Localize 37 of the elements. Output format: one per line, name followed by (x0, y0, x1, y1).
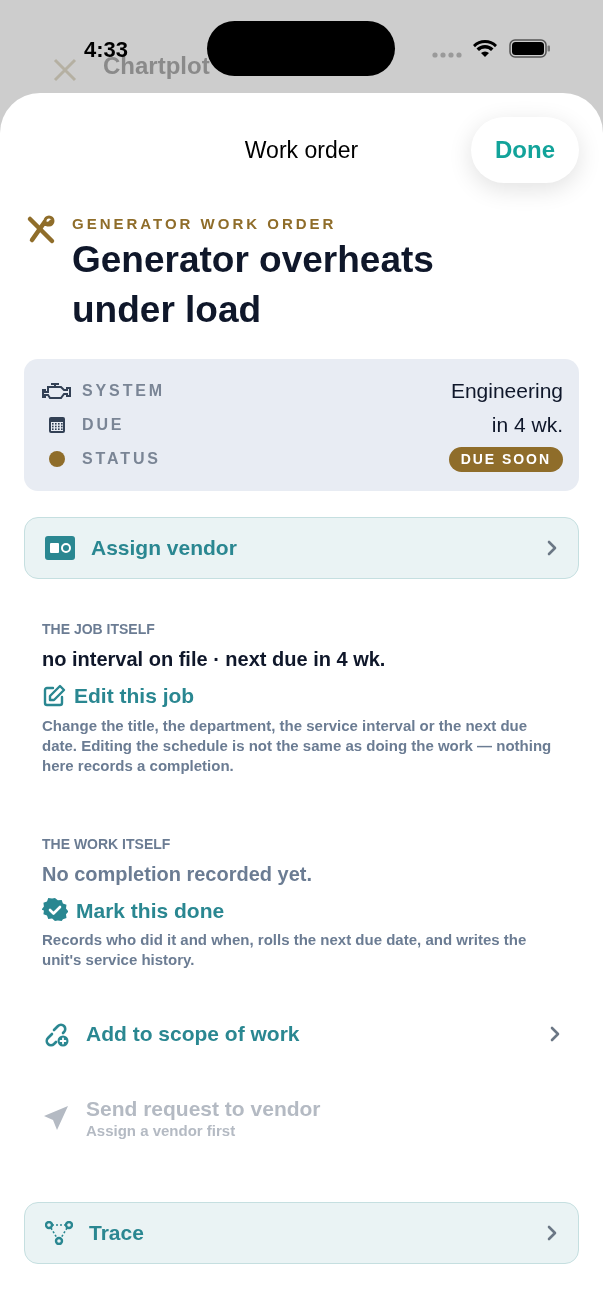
trace-button[interactable]: Trace (24, 1202, 579, 1264)
section-heading: THE JOB ITSELF (42, 620, 156, 639)
done-button[interactable]: Done (471, 117, 579, 183)
section-summary: No completion recorded yet. (42, 861, 314, 887)
detail-label: SYSTEM (82, 381, 166, 401)
calendar-icon (48, 416, 66, 434)
detail-label: DUE (82, 415, 125, 435)
wifi-icon (473, 39, 497, 57)
mark-done-link[interactable]: Mark this done (42, 894, 561, 926)
detail-value: in 4 wk. (491, 412, 563, 439)
signal-icon (432, 52, 462, 58)
assign-vendor-button[interactable]: Assign vendor (24, 517, 579, 579)
edit-job-link[interactable]: Edit this job (42, 680, 561, 712)
action-label: Add to scope of work (86, 1021, 301, 1047)
graph-nodes-icon (45, 1221, 73, 1245)
action-subtitle: Assign a vendor first (86, 1122, 237, 1140)
section-heading: THE WORK ITSELF (42, 834, 172, 854)
detail-value: Engineering (450, 378, 563, 405)
action-label: Send request to vendor (86, 1096, 322, 1122)
engine-icon (42, 381, 72, 401)
section-note: Records who did it and when, rolls the next due date, and writes the unit's service history. (42, 930, 528, 970)
order-eyebrow: GENERATOR WORK ORDER (72, 215, 338, 233)
contact-card-icon (45, 536, 75, 560)
add-scope-button[interactable]: Add to scope of work (24, 1020, 579, 1048)
battery-icon (509, 39, 551, 58)
chevron-right-icon (546, 1224, 558, 1242)
paper-plane-icon (42, 1104, 70, 1132)
status-badge: DUE SOON (448, 446, 563, 472)
detail-label: STATUS (82, 449, 161, 469)
edit-icon (42, 683, 66, 708)
chevron-right-icon (546, 539, 558, 557)
order-title: Generator overheats under load (72, 238, 435, 332)
sheet-title: Work order (244, 135, 359, 165)
section-note: Change the title, the department, the service interval or the next due date. Editing the schedule is not the same as doing the work — nothing here records a completion. (42, 715, 553, 776)
section-summary: no interval on file · next due in 4 wk. (42, 647, 387, 672)
verified-check-icon (42, 897, 68, 924)
chevron-right-icon (549, 1025, 561, 1043)
